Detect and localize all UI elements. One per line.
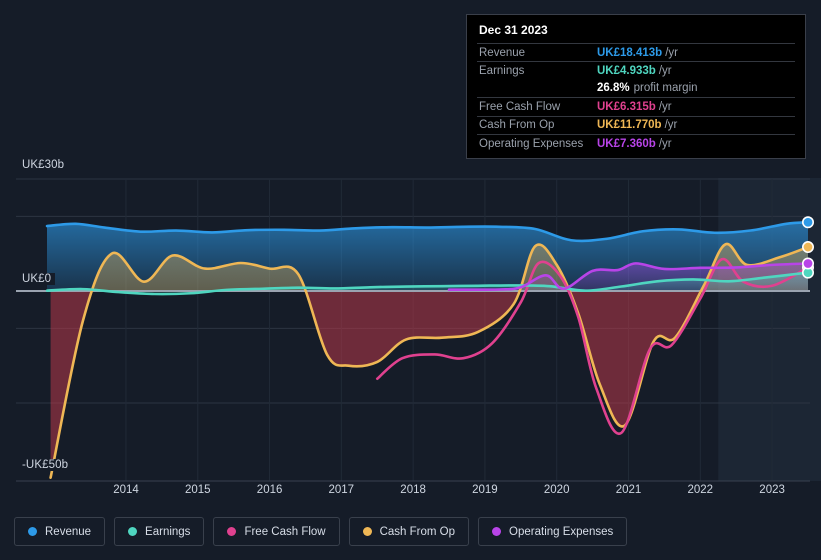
x-axis: 2014 2015 2016 2017 2018 2019 2020 2021 2022 2023 — [0, 484, 821, 504]
x-axis-tick-2014: 2014 — [113, 484, 139, 496]
tooltip-row: Revenue UK£18.413b/yr — [477, 43, 795, 61]
endpoint-marker-cash-from-op — [801, 241, 814, 254]
tooltip-row: 26.8% profit margin — [477, 80, 795, 97]
legend-color-dot-icon — [128, 527, 138, 536]
legend-item-free-cash-flow[interactable]: Free Cash Flow — [213, 517, 340, 546]
tooltip-rows: Revenue UK£18.413b/yr Earnings UK£4.933b/yr… — [477, 43, 795, 152]
legend-color-dot-icon — [227, 527, 237, 536]
legend-item-operating-expenses[interactable]: Operating Expenses — [478, 517, 628, 546]
legend-item-label: Operating Expenses — [509, 525, 614, 538]
tooltip-row: Earnings UK£4.933b/yr — [477, 61, 795, 79]
tooltip-row-value: UK£18.413b — [597, 46, 663, 59]
tooltip-date: Dec 31 2023 — [479, 23, 548, 37]
x-axis-tick-2020: 2020 — [543, 484, 570, 496]
x-axis-tick-2019: 2019 — [472, 484, 498, 496]
tooltip-row-unit: /yr — [665, 46, 678, 59]
y-axis-label-max: UK£30b — [22, 159, 69, 171]
x-axis-tick-2023: 2023 — [759, 484, 785, 496]
tooltip-row: Free Cash Flow UK£6.315b/yr — [477, 97, 795, 115]
tooltip-row-unit: /yr — [658, 100, 672, 113]
x-axis-tick-2016: 2016 — [256, 484, 283, 496]
legend-color-dot-icon — [28, 527, 37, 536]
tooltip-row-unit: /yr — [658, 65, 672, 78]
endpoint-marker-operating-expenses — [801, 257, 814, 270]
legend-item-cash-from-op[interactable]: Cash From Op — [348, 517, 470, 546]
tooltip-row-value: UK£6.315b — [597, 100, 656, 113]
tooltip-row-value: UK£7.360b — [597, 137, 656, 150]
legend-item-label: Revenue — [45, 525, 92, 538]
legend-color-dot-icon — [362, 527, 372, 536]
x-axis-tick-2022: 2022 — [687, 484, 714, 496]
tooltip-row: Cash From Op UK£11.770b/yr — [477, 115, 795, 134]
endpoint-marker-revenue — [801, 216, 814, 229]
x-axis-tick-2017: 2017 — [328, 484, 355, 496]
legend-item-earnings[interactable]: Earnings — [114, 517, 205, 546]
tooltip-row-value: UK£11.770b — [597, 119, 662, 132]
data-tooltip: Dec 31 2023 Revenue UK£18.413b/yr Earnings… — [466, 14, 806, 160]
x-axis-tick-2015: 2015 — [185, 484, 211, 496]
legend-item-label: Earnings — [145, 525, 191, 538]
y-axis-label-min: -UK£50b — [22, 459, 73, 471]
tooltip-row-label: Free Cash Flow — [479, 100, 561, 113]
tooltip-row-label: Revenue — [479, 46, 526, 59]
tooltip-row-unit: /yr — [664, 119, 678, 132]
legend-item-label: Free Cash Flow — [244, 525, 326, 538]
x-axis-tick-2021: 2021 — [615, 484, 642, 496]
tooltip-row-value: 26.8% — [597, 82, 630, 95]
tooltip-row: Operating Expenses UK£7.360b/yr — [477, 133, 795, 152]
tooltip-row-label: Operating Expenses — [479, 137, 584, 150]
tooltip-row-value: UK£4.933b — [597, 65, 656, 78]
chart-legend[interactable]: Revenue Earnings Free Cash Flow Cash From O… — [0, 509, 821, 554]
tooltip-row-subtext: profit margin — [633, 82, 698, 95]
legend-color-dot-icon — [492, 527, 502, 536]
tooltip-row-unit: /yr — [658, 137, 672, 150]
y-axis-label-zero: UK£0 — [22, 273, 56, 285]
x-axis-tick-2018: 2018 — [400, 484, 426, 496]
tooltip-row-label: Cash From Op — [479, 119, 555, 132]
legend-item-label: Cash From Op — [379, 525, 456, 538]
tooltip-row-label: Earnings — [479, 65, 525, 78]
legend-item-revenue[interactable]: Revenue — [14, 517, 106, 546]
